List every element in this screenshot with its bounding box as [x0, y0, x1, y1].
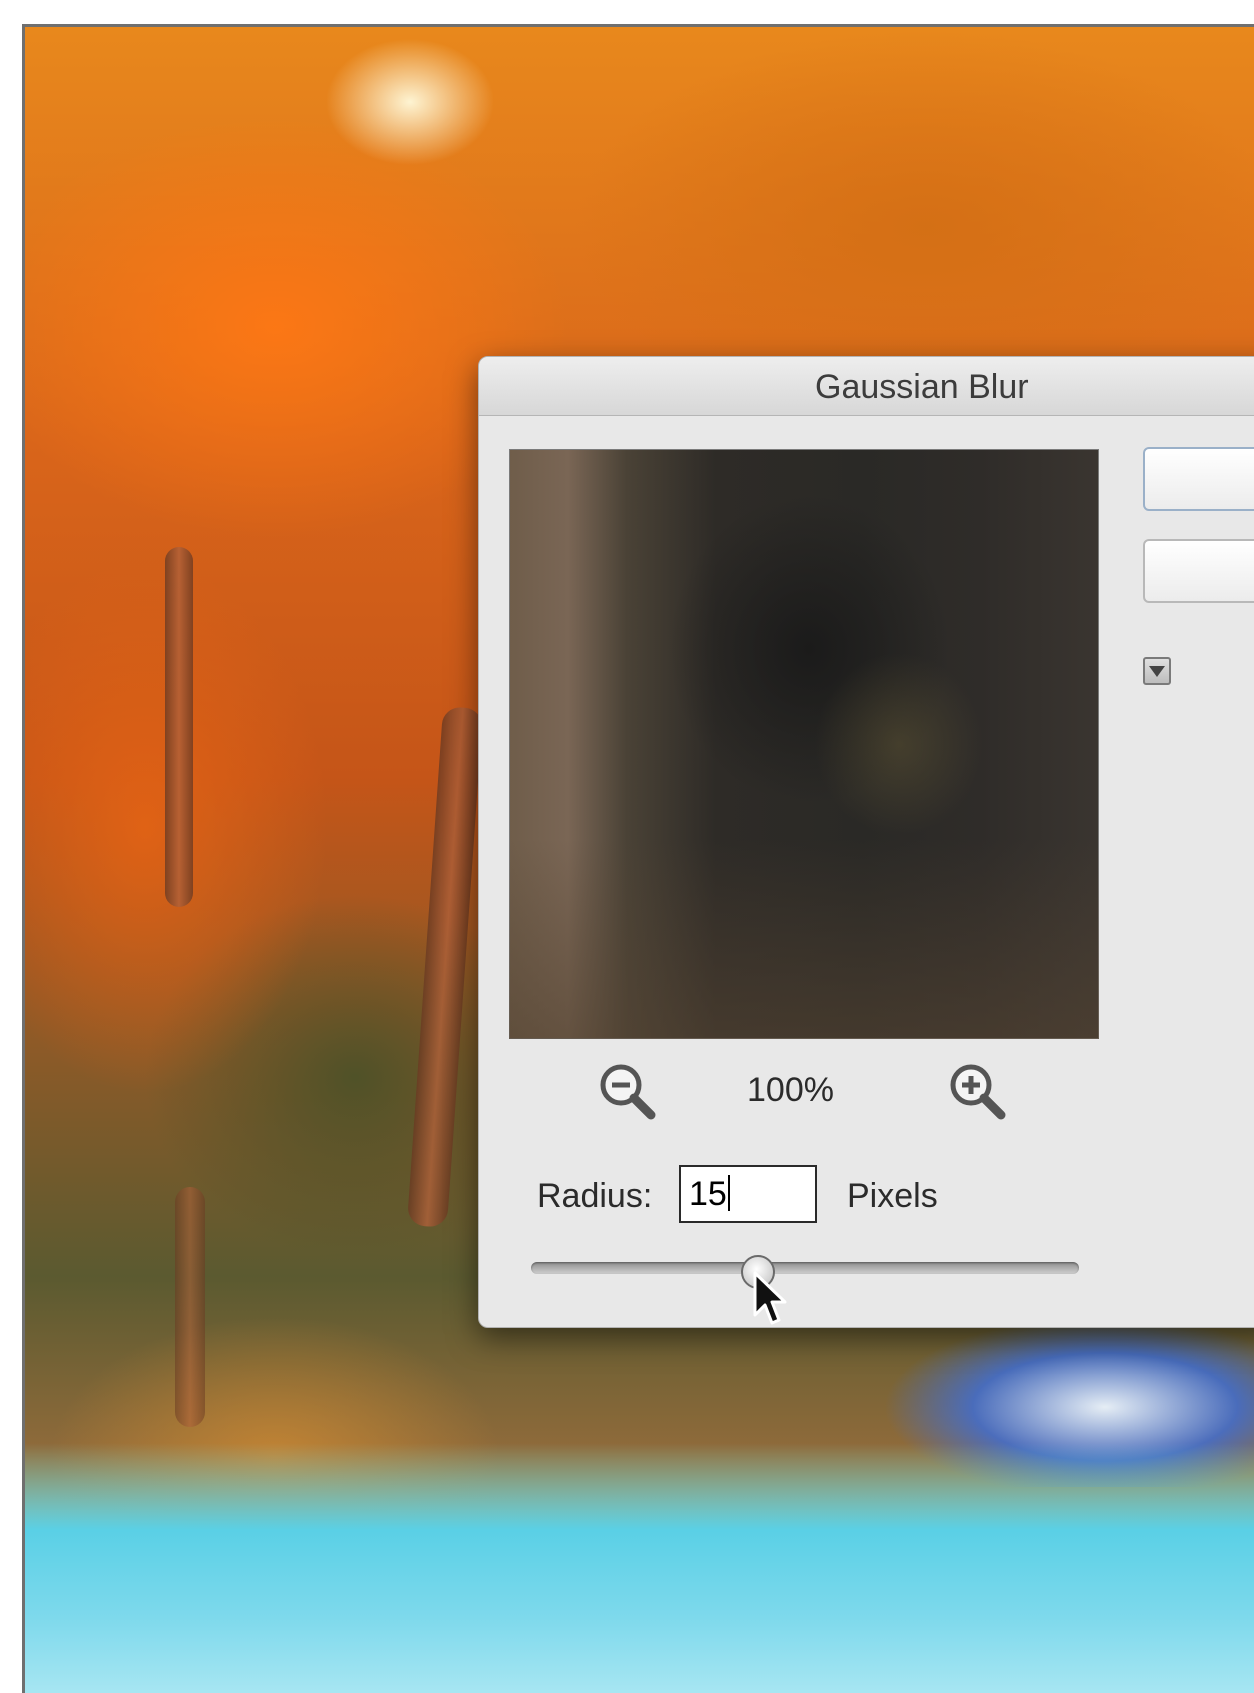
- radius-label: Radius:: [537, 1177, 653, 1215]
- gaussian-blur-dialog: Gaussian Blur 100% Radius: 15 Pixels: [478, 356, 1254, 1328]
- arrow-cursor-icon: [753, 1271, 787, 1325]
- text-caret: [727, 1175, 730, 1211]
- tree-trunk: [175, 1187, 205, 1427]
- zoom-level: 100%: [747, 1071, 834, 1109]
- radius-unit-label: Pixels: [847, 1177, 938, 1215]
- radius-row: Radius: 15 Pixels: [537, 1165, 1057, 1225]
- dialog-titlebar[interactable]: Gaussian Blur: [479, 357, 1254, 416]
- zoom-in-icon: [950, 1064, 1006, 1120]
- tree-trunk: [406, 706, 484, 1228]
- radius-input[interactable]: 15: [679, 1165, 817, 1223]
- blur-preview[interactable]: [509, 449, 1099, 1039]
- dialog-title: Gaussian Blur: [815, 368, 1029, 406]
- preview-checkbox[interactable]: [1143, 657, 1171, 685]
- tree-trunk: [165, 547, 193, 907]
- water: [25, 1443, 1254, 1693]
- zoom-controls: 100%: [509, 1057, 1099, 1127]
- zoom-out-icon: [600, 1064, 656, 1120]
- cancel-button[interactable]: [1143, 539, 1254, 603]
- radius-slider-track[interactable]: [531, 1262, 1079, 1274]
- ok-button[interactable]: [1143, 447, 1254, 511]
- checkmark-icon: [1149, 666, 1165, 677]
- zoom-out-button[interactable]: [593, 1057, 663, 1127]
- radius-value: 15: [689, 1175, 727, 1213]
- preview-shading: [509, 839, 1099, 1039]
- zoom-in-button[interactable]: [943, 1057, 1013, 1127]
